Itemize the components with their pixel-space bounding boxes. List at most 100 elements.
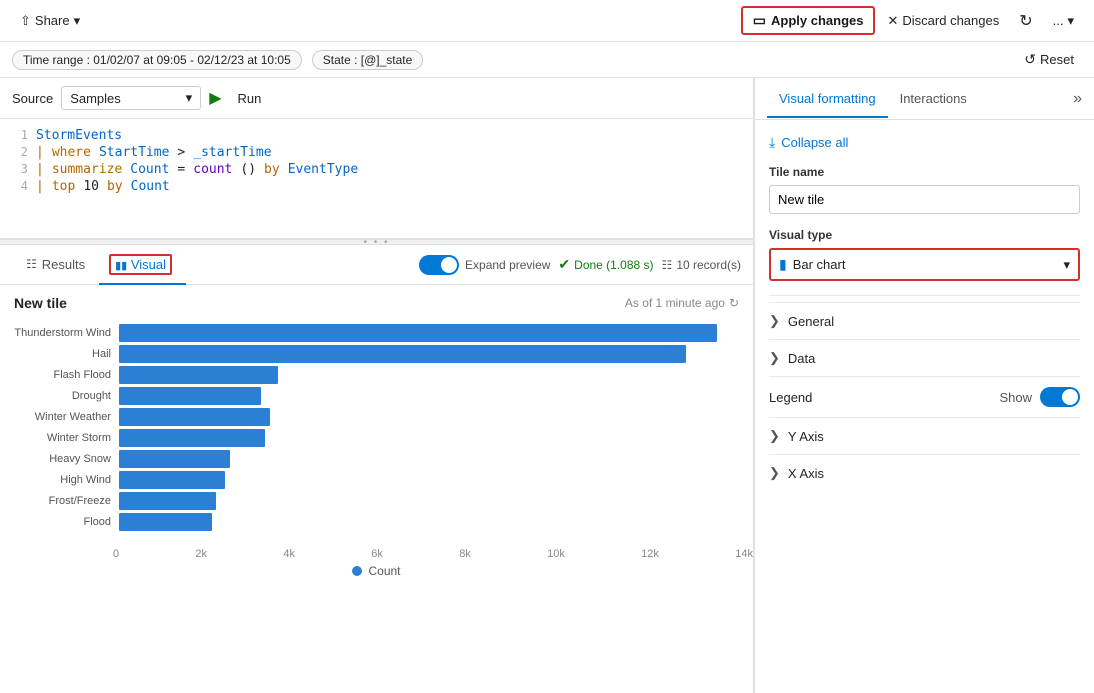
code-parens-3: (): [240, 162, 256, 177]
x-axis-tick: 4k: [283, 548, 295, 560]
code-pipe-4: |: [36, 179, 44, 194]
bar-row: Flash Flood: [14, 366, 739, 384]
visual-type-label: Visual type: [769, 228, 1080, 242]
refresh-chart-icon[interactable]: ↻: [729, 296, 739, 310]
legend-toggle-knob: [1062, 389, 1078, 405]
expand-preview-label: Expand preview: [465, 258, 550, 272]
bar-label: Winter Weather: [14, 411, 119, 423]
tab-interactions[interactable]: Interactions: [888, 81, 979, 118]
share-button[interactable]: ⇧ Share ▾: [12, 9, 88, 33]
x-axis-expand-row[interactable]: ❯ X Axis: [769, 454, 1080, 491]
code-op-2: >: [177, 145, 185, 160]
bar-track: [119, 513, 739, 531]
source-select[interactable]: Samples ▾: [61, 86, 201, 110]
tabs-right: Expand preview ✔ Done (1.088 s) ☷ 10 rec…: [419, 255, 741, 275]
run-button[interactable]: Run: [230, 87, 270, 110]
visual-formatting-label: Visual formatting: [779, 91, 876, 106]
bar-fill: [119, 513, 212, 531]
code-keyword-4: top: [52, 179, 75, 194]
tab-visual-border: ▮▮ Visual: [109, 254, 172, 275]
bar-label: Thunderstorm Wind: [14, 327, 119, 339]
code-line-4: 4 | top 10 by Count: [0, 178, 753, 195]
run-play-icon: ▶: [209, 88, 221, 108]
reset-button[interactable]: ↺ Reset: [1016, 47, 1082, 72]
discard-changes-label: Discard changes: [902, 13, 999, 28]
data-label: Data: [788, 351, 815, 366]
source-row: Source Samples ▾ ▶ Run: [0, 78, 753, 119]
chart-timestamp: As of 1 minute ago ↻: [625, 296, 739, 310]
visual-type-chevron-icon: ▾: [1063, 257, 1070, 273]
bar-track: [119, 450, 739, 468]
bar-chart-container: Thunderstorm Wind Hail Flash Flood Droug…: [0, 317, 753, 544]
records-icon: ☷: [662, 258, 673, 272]
legend-row: Legend Show: [769, 376, 1080, 417]
legend-toggle[interactable]: [1040, 387, 1080, 407]
refresh-button[interactable]: ↻: [1011, 7, 1040, 35]
general-expand-row[interactable]: ❯ General: [769, 302, 1080, 339]
expand-toggle-switch[interactable]: [419, 255, 459, 275]
x-axis-tick: 6k: [371, 548, 383, 560]
bar-track: [119, 408, 739, 426]
code-keyword-3b: by: [264, 162, 280, 177]
more-button[interactable]: ... ▾: [1045, 9, 1082, 33]
apply-changes-button[interactable]: ▭ Apply changes: [741, 6, 876, 35]
left-panel: Source Samples ▾ ▶ Run 1 StormEvents 2 |…: [0, 78, 754, 693]
code-param-2a: StartTime: [99, 145, 169, 160]
apply-changes-icon: ▭: [753, 12, 766, 29]
code-editor: 1 StormEvents 2 | where StartTime > _sta…: [0, 119, 753, 239]
bar-track: [119, 429, 739, 447]
bar-label: Drought: [14, 390, 119, 402]
data-chevron-icon: ❯: [769, 350, 780, 366]
state-text: State : [@]_state: [323, 53, 413, 67]
visual-type-select[interactable]: ▮ Bar chart ▾: [769, 248, 1080, 281]
discard-changes-button[interactable]: ✕ Discard changes: [879, 9, 1007, 33]
timestamp-text: As of 1 minute ago: [625, 296, 725, 310]
x-axis-tick: 8k: [459, 548, 471, 560]
tab-results[interactable]: ☷ Results: [12, 249, 99, 282]
bar-fill: [119, 450, 230, 468]
chart-legend: Count: [0, 564, 753, 578]
code-entity-1: StormEvents: [36, 128, 122, 143]
legend-text: Count: [368, 564, 400, 578]
results-tab-label: Results: [42, 257, 85, 272]
legend-show-label: Show: [999, 390, 1032, 405]
bar-row: Thunderstorm Wind: [14, 324, 739, 342]
done-badge: ✔ Done (1.088 s): [558, 256, 653, 273]
code-param-2b: _startTime: [193, 145, 271, 160]
bar-row: Heavy Snow: [14, 450, 739, 468]
code-op-3: =: [177, 162, 185, 177]
visual-tab-label: Visual: [131, 257, 166, 272]
share-icon: ⇧: [20, 13, 31, 29]
time-range-text: Time range : 01/02/07 at 09:05 - 02/12/2…: [23, 53, 291, 67]
right-expand-button[interactable]: »: [1073, 90, 1082, 108]
bar-track: [119, 387, 739, 405]
bar-track: [119, 492, 739, 510]
expand-preview-toggle[interactable]: Expand preview: [419, 255, 550, 275]
y-axis-expand-row[interactable]: ❯ Y Axis: [769, 417, 1080, 454]
collapse-icon: ⤓: [769, 134, 775, 151]
code-num-4: 10: [83, 179, 99, 194]
discard-icon: ✕: [887, 13, 898, 29]
expand-right-icon: »: [1073, 90, 1082, 107]
collapse-all-button[interactable]: ⤓ Collapse all: [769, 134, 1080, 151]
state-filter[interactable]: State : [@]_state: [312, 50, 424, 70]
visual-chart-icon: ▮▮: [115, 260, 127, 272]
y-axis-chevron-icon: ❯: [769, 428, 780, 444]
general-label: General: [788, 314, 834, 329]
more-icon: ...: [1053, 13, 1064, 28]
refresh-icon: ↻: [1019, 11, 1032, 31]
time-range-filter[interactable]: Time range : 01/02/07 at 09:05 - 02/12/2…: [12, 50, 302, 70]
section-divider-1: [769, 295, 1080, 296]
tile-name-input[interactable]: [769, 185, 1080, 214]
tab-visual[interactable]: ▮▮ Visual: [99, 246, 186, 285]
bar-fill: [119, 492, 216, 510]
x-axis-label: X Axis: [788, 466, 824, 481]
line-number-4: 4: [12, 179, 28, 193]
source-label: Source: [12, 91, 53, 106]
chart-title: New tile: [14, 295, 67, 311]
code-line-1: 1 StormEvents: [0, 127, 753, 144]
bar-row: Frost/Freeze: [14, 492, 739, 510]
data-expand-row[interactable]: ❯ Data: [769, 339, 1080, 376]
tab-visual-formatting[interactable]: Visual formatting: [767, 81, 888, 118]
bar-label: Heavy Snow: [14, 453, 119, 465]
